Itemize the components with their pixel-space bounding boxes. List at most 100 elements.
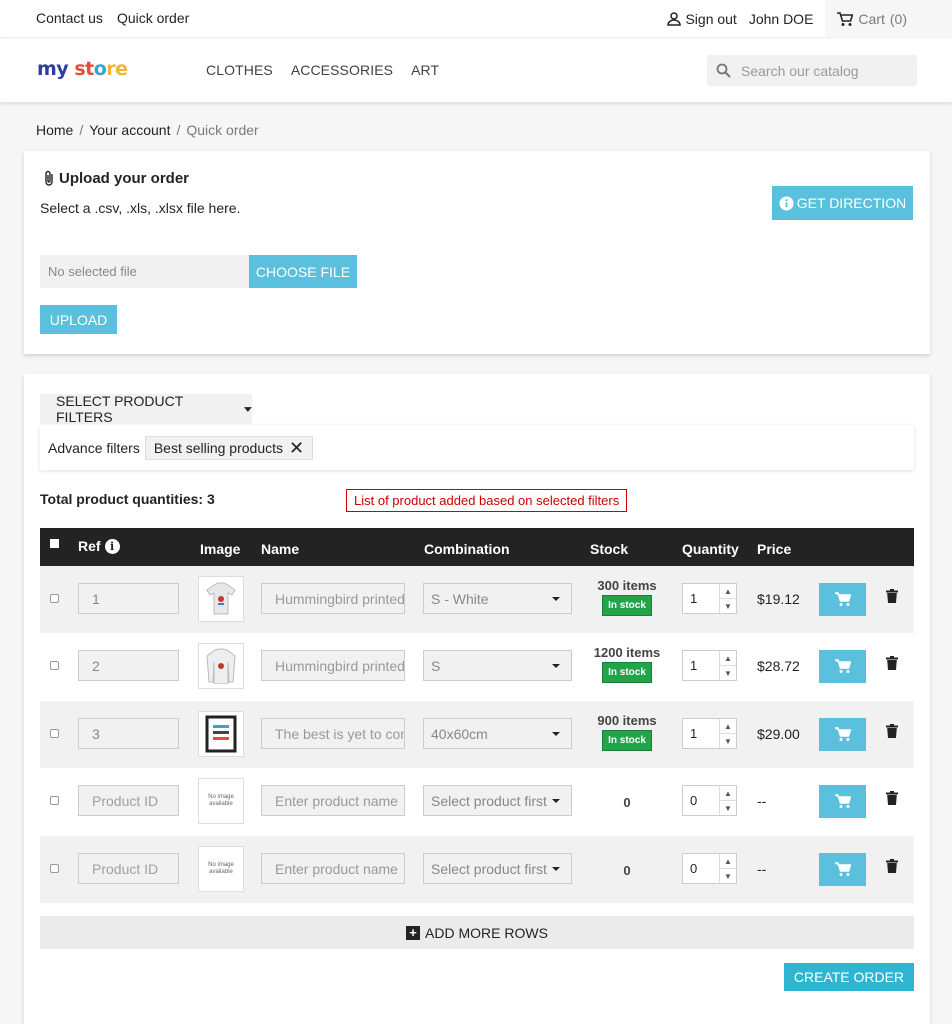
account-link[interactable]: John DOE — [749, 11, 814, 27]
product-name-input[interactable]: Hummingbird printed t-shirt — [261, 583, 405, 614]
quantity-stepper[interactable]: 1 ▲ ▼ — [682, 650, 737, 681]
product-image — [198, 576, 244, 622]
add-to-cart-button[interactable] — [819, 650, 866, 683]
chevron-down-icon[interactable]: ▼ — [720, 599, 736, 613]
upload-title: Upload your order — [44, 170, 189, 187]
ref-input[interactable]: 1 — [78, 583, 179, 614]
combination-select[interactable]: Select product first — [423, 785, 572, 816]
shopping-cart-icon — [837, 11, 854, 26]
add-to-cart-button[interactable] — [819, 853, 866, 886]
row-checkbox[interactable] — [50, 796, 59, 805]
chevron-up-icon[interactable]: ▲ — [720, 854, 736, 869]
add-to-cart-button[interactable] — [819, 718, 866, 751]
chevron-up-icon[interactable]: ▲ — [720, 584, 736, 599]
combination-value: S - White — [431, 590, 489, 607]
price-cell: -- — [757, 861, 767, 877]
top-right: Sign out John DOE Cart (0) — [667, 0, 952, 38]
chevron-up-icon[interactable]: ▲ — [720, 651, 736, 666]
trash-icon[interactable] — [886, 791, 898, 808]
ref-input[interactable]: 2 — [78, 650, 179, 681]
nav-clothes[interactable]: Clothes — [206, 62, 273, 78]
nav-accessories[interactable]: Accessories — [291, 62, 393, 78]
product-name-input[interactable]: Enter product name — [261, 853, 405, 884]
ref-input[interactable]: Product ID — [78, 853, 179, 884]
chevron-down-icon[interactable]: ▼ — [720, 801, 736, 815]
logo-part-4: re — [106, 58, 128, 80]
create-order-button[interactable]: Create order — [784, 963, 914, 991]
chevron-up-icon[interactable]: ▲ — [720, 719, 736, 734]
ref-input[interactable]: 3 — [78, 718, 179, 749]
chevron-down-icon[interactable]: ▼ — [720, 666, 736, 680]
price-cell: $29.00 — [757, 726, 800, 742]
row-checkbox[interactable] — [50, 864, 59, 873]
table-row: 1 Hummingbird printed t-shirt S - White … — [40, 566, 914, 633]
info-icon[interactable]: i — [104, 538, 120, 554]
quantity-value: 0 — [690, 861, 698, 876]
breadcrumb-account[interactable]: Your account — [89, 122, 170, 138]
nav-art[interactable]: Art — [411, 62, 439, 78]
filter-chip: Best selling products ✕ — [144, 435, 314, 460]
choose-file-button[interactable]: Choose file — [249, 255, 357, 288]
add-more-rows-button[interactable]: + Add more rows — [40, 916, 914, 949]
stock-cell: 1200 items In stock — [590, 645, 664, 683]
product-name-input[interactable]: The best is yet to come framed poster — [261, 718, 405, 749]
add-to-cart-button[interactable] — [819, 583, 866, 616]
stock-count: 0 — [623, 795, 631, 810]
store-logo[interactable]: my store — [37, 58, 128, 80]
sign-out-link[interactable]: Sign out — [667, 11, 737, 27]
row-checkbox[interactable] — [50, 661, 59, 670]
stock-count: 1200 items — [593, 645, 661, 660]
chevron-down-icon[interactable]: ▼ — [720, 734, 736, 748]
row-checkbox[interactable] — [50, 729, 59, 738]
combination-select[interactable]: S - White — [423, 583, 572, 614]
chevron-down-icon[interactable]: ▼ — [720, 869, 736, 883]
quantity-stepper[interactable]: 0 ▲ ▼ — [682, 853, 737, 884]
paperclip-icon — [45, 170, 53, 186]
quantity-spinner: ▲ ▼ — [719, 584, 736, 613]
trash-icon[interactable] — [886, 656, 898, 673]
header-ref-label: Ref — [78, 538, 101, 554]
upload-button[interactable]: Upload — [40, 305, 117, 334]
combination-select[interactable]: 40x60cm — [423, 718, 572, 749]
quantity-spinner: ▲ ▼ — [719, 651, 736, 680]
quantity-stepper[interactable]: 1 ▲ ▼ — [682, 583, 737, 614]
main-header: my store Clothes Accessories Art — [0, 39, 952, 102]
no-image-placeholder: No image available — [208, 794, 234, 807]
top-links: Contact us Quick order — [36, 10, 189, 26]
sign-out-label: Sign out — [685, 11, 737, 27]
product-name-input[interactable]: Hummingbird printed sweater — [261, 650, 405, 681]
add-to-cart-button[interactable] — [819, 785, 866, 818]
price-cell: $19.12 — [757, 591, 800, 607]
ref-input[interactable]: Product ID — [78, 785, 179, 816]
trash-icon[interactable] — [886, 724, 898, 741]
combination-select[interactable]: S — [423, 650, 572, 681]
cart-link[interactable]: Cart (0) — [825, 0, 952, 38]
trash-icon[interactable] — [886, 589, 898, 606]
combination-select[interactable]: Select product first — [423, 853, 572, 884]
breadcrumb-home[interactable]: Home — [36, 122, 73, 138]
quantity-stepper[interactable]: 1 ▲ ▼ — [682, 718, 737, 749]
quantity-stepper[interactable]: 0 ▲ ▼ — [682, 785, 737, 816]
stock-count: 300 items — [597, 578, 657, 593]
product-name-input[interactable]: Enter product name — [261, 785, 405, 816]
caret-down-icon — [552, 732, 560, 736]
poster-thumbnail — [205, 715, 237, 753]
quantity-value: 1 — [690, 726, 698, 741]
tshirt-thumbnail — [206, 582, 236, 615]
chevron-up-icon[interactable]: ▲ — [720, 786, 736, 801]
header-ref: Ref i — [78, 538, 120, 554]
select-all-checkbox[interactable] — [50, 539, 59, 548]
stock-count: 0 — [623, 863, 631, 878]
trash-icon[interactable] — [886, 859, 898, 876]
quick-order-link[interactable]: Quick order — [117, 10, 189, 26]
close-icon[interactable]: ✕ — [289, 439, 304, 457]
price-cell: -- — [757, 793, 767, 809]
contact-us-link[interactable]: Contact us — [36, 10, 103, 26]
search-icon[interactable] — [716, 63, 731, 78]
get-direction-button[interactable]: Get direction — [772, 186, 913, 220]
row-checkbox[interactable] — [50, 594, 59, 603]
search-input[interactable] — [741, 62, 901, 79]
in-stock-badge: In stock — [602, 595, 652, 616]
breadcrumb: Home / Your account / Quick order — [36, 122, 259, 138]
select-product-filters-button[interactable]: Select product filters — [40, 393, 252, 425]
